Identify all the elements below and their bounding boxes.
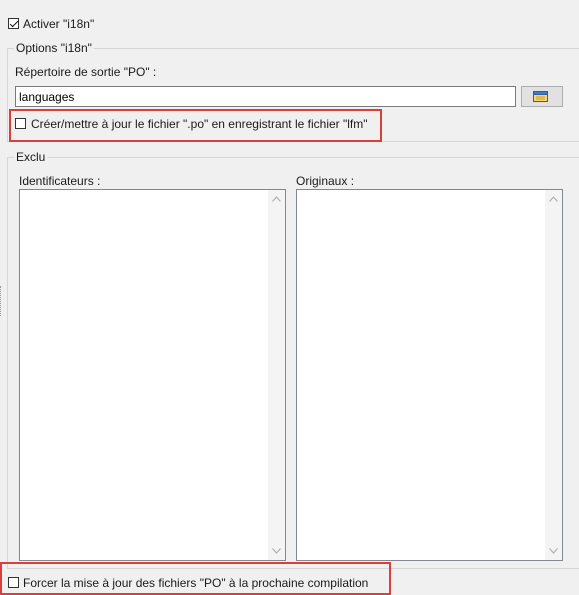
top-band	[0, 0, 579, 8]
originals-listbox[interactable]	[296, 189, 563, 561]
output-dir-label: Répertoire de sortie "PO" :	[15, 65, 157, 79]
scroll-up-icon[interactable]	[549, 196, 558, 202]
identifiers-scrollbar[interactable]	[268, 190, 285, 560]
browse-folder-button[interactable]	[521, 86, 563, 107]
options-i18n-group-title: Options "i18n"	[14, 41, 94, 55]
splitter-grip[interactable]	[0, 286, 3, 316]
highlight-box-force-update	[0, 562, 391, 595]
originals-scrollbar[interactable]	[545, 190, 562, 560]
highlight-box-update-po	[9, 109, 382, 142]
output-dir-input[interactable]	[15, 86, 516, 107]
folder-icon	[533, 91, 548, 102]
identifiers-listbox[interactable]	[19, 189, 286, 561]
originals-label: Originaux :	[296, 174, 355, 188]
scroll-down-icon[interactable]	[272, 548, 281, 554]
activate-i18n-label: Activer "i18n"	[23, 17, 95, 31]
scroll-up-icon[interactable]	[272, 196, 281, 202]
scroll-down-icon[interactable]	[549, 548, 558, 554]
activate-i18n-checkbox[interactable]	[8, 18, 19, 29]
excluded-group-title: Exclu	[14, 150, 48, 164]
identifiers-label: Identificateurs :	[19, 174, 101, 188]
